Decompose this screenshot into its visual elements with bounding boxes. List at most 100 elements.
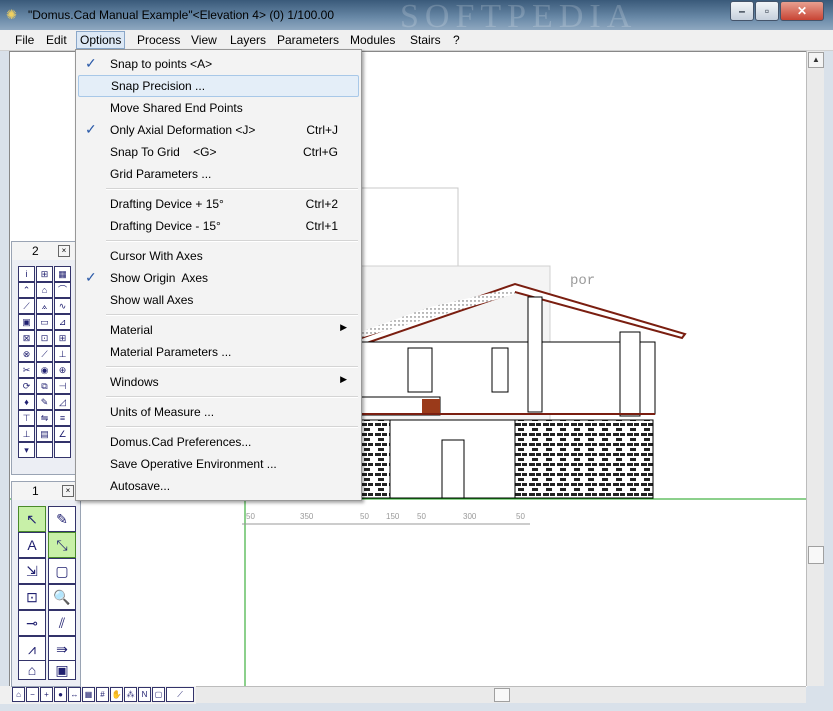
minimize-button[interactable]: – bbox=[730, 1, 754, 21]
column-icon[interactable]: ⊗ bbox=[18, 346, 35, 362]
measure-icon[interactable]: ↔ bbox=[68, 687, 81, 702]
palette-close-icon[interactable]: × bbox=[62, 485, 74, 497]
gable-icon[interactable]: ⌂ bbox=[36, 282, 53, 298]
door-icon[interactable]: ▭ bbox=[36, 314, 53, 330]
arrow-down-icon[interactable]: ▾ bbox=[18, 442, 35, 458]
cabinet-icon[interactable]: ⌂ bbox=[18, 660, 46, 680]
menu-modules[interactable]: Modules bbox=[347, 32, 398, 48]
rows-icon[interactable]: ≡ bbox=[54, 410, 71, 426]
hip-icon[interactable]: ⟑ bbox=[36, 298, 53, 314]
menu-item-drafting-device-plus[interactable]: Drafting Device + 15° Ctrl+2 bbox=[78, 194, 357, 214]
frame-small-icon[interactable]: ▢ bbox=[152, 687, 165, 702]
menu-options[interactable]: Options bbox=[76, 31, 126, 49]
roof-icon[interactable]: ⌃ bbox=[18, 282, 35, 298]
hand-icon[interactable]: ✋ bbox=[110, 687, 123, 702]
minus-icon[interactable]: − bbox=[26, 687, 39, 702]
paint-icon[interactable]: ♦ bbox=[18, 394, 35, 410]
menu-item-show-origin-axes[interactable]: ✓ Show Origin Axes bbox=[78, 268, 357, 288]
blank-icon[interactable] bbox=[36, 442, 53, 458]
menu-item-snap-to-points[interactable]: ✓ Snap to points <A> bbox=[78, 54, 357, 74]
dots-icon[interactable]: ⁂ bbox=[124, 687, 137, 702]
hatch-icon[interactable]: ▦ bbox=[54, 266, 71, 282]
plus-icon[interactable]: + bbox=[40, 687, 53, 702]
box-icon[interactable]: ▢ bbox=[48, 558, 76, 584]
dimension-icon[interactable]: ⤡ bbox=[48, 532, 76, 558]
menu-parameters[interactable]: Parameters bbox=[274, 32, 342, 48]
menu-process[interactable]: Process bbox=[134, 32, 183, 48]
arc-icon[interactable]: ⌒ bbox=[54, 282, 71, 298]
pencil-icon[interactable]: ✎ bbox=[48, 506, 76, 532]
base-icon[interactable]: ⊥ bbox=[18, 426, 35, 442]
opening-icon[interactable]: ⊠ bbox=[18, 330, 35, 346]
menu-item-move-shared-end-points[interactable]: Move Shared End Points bbox=[78, 98, 357, 118]
menu-item-save-operative-environment[interactable]: Save Operative Environment ... bbox=[78, 454, 357, 474]
magnify-icon[interactable]: 🔍 bbox=[48, 584, 76, 610]
north-icon[interactable]: N bbox=[138, 687, 151, 702]
menu-item-preferences[interactable]: Domus.Cad Preferences... bbox=[78, 432, 357, 452]
beam-icon[interactable]: ⊥ bbox=[54, 346, 71, 362]
link-icon[interactable]: ⧉ bbox=[36, 378, 53, 394]
horizontal-scroll-thumb[interactable] bbox=[494, 688, 510, 702]
menu-help[interactable]: ? bbox=[450, 32, 463, 48]
stair-icon[interactable]: ⊿ bbox=[54, 314, 71, 330]
menu-item-autosave[interactable]: Autosave... bbox=[78, 476, 357, 496]
menu-item-only-axial-deformation[interactable]: ✓ Only Axial Deformation <J> Ctrl+J bbox=[78, 120, 357, 140]
grid-small-icon[interactable]: # bbox=[96, 687, 109, 702]
cut-icon[interactable]: ✂ bbox=[18, 362, 35, 378]
zoom-area-icon[interactable]: ⊡ bbox=[18, 584, 46, 610]
palette-close-icon[interactable]: × bbox=[58, 245, 70, 257]
menu-item-snap-to-grid[interactable]: Snap To Grid <G> Ctrl+G bbox=[78, 142, 357, 162]
menu-stairs[interactable]: Stairs bbox=[407, 32, 444, 48]
curve-icon[interactable]: ∿ bbox=[54, 298, 71, 314]
triangle-icon[interactable]: ◿ bbox=[54, 394, 71, 410]
window-icon[interactable]: ▣ bbox=[18, 314, 35, 330]
menu-item-drafting-device-minus[interactable]: Drafting Device - 15° Ctrl+1 bbox=[78, 216, 357, 236]
menu-item-units-of-measure[interactable]: Units of Measure ... bbox=[78, 402, 357, 422]
sign-icon[interactable]: ⊤ bbox=[18, 410, 35, 426]
plumb-icon[interactable]: ⊕ bbox=[54, 362, 71, 378]
menu-layers[interactable]: Layers bbox=[227, 32, 269, 48]
mirror-icon[interactable]: ⇋ bbox=[36, 410, 53, 426]
circle-icon[interactable]: ◉ bbox=[36, 362, 53, 378]
arrow-right-icon[interactable]: ⇛ bbox=[48, 636, 76, 662]
tube-icon[interactable]: ⊸ bbox=[18, 610, 46, 636]
loop-icon[interactable]: ⟳ bbox=[18, 378, 35, 394]
ruler-icon[interactable]: ⟋ bbox=[166, 687, 194, 702]
menu-item-grid-parameters[interactable]: Grid Parameters ... bbox=[78, 164, 357, 184]
book-icon[interactable]: ▤ bbox=[36, 426, 53, 442]
parallel-lines-icon[interactable]: ⫽ bbox=[48, 610, 76, 636]
menu-item-material[interactable]: Material ▶ bbox=[78, 320, 357, 340]
menu-file[interactable]: File bbox=[12, 32, 37, 48]
menu-item-show-wall-axes[interactable]: Show wall Axes bbox=[78, 290, 357, 310]
menu-item-windows[interactable]: Windows ▶ bbox=[78, 372, 357, 392]
fold-icon[interactable]: ⩘ bbox=[18, 636, 46, 662]
frame-icon[interactable]: ⊡ bbox=[36, 330, 53, 346]
split-icon[interactable]: ⊣ bbox=[54, 378, 71, 394]
horizontal-scrollbar[interactable] bbox=[196, 686, 806, 703]
app-icon[interactable]: ✺ bbox=[6, 8, 22, 22]
close-button[interactable]: ✕ bbox=[780, 1, 824, 21]
menu-item-cursor-with-axes[interactable]: Cursor With Axes bbox=[78, 246, 357, 266]
menu-item-snap-precision[interactable]: Snap Precision ... bbox=[78, 75, 359, 97]
measure-icon[interactable]: ⇲ bbox=[18, 558, 46, 584]
menu-item-material-parameters[interactable]: Material Parameters ... bbox=[78, 342, 357, 362]
wall-icon[interactable]: i bbox=[18, 266, 35, 282]
hatch-icon[interactable]: ▦ bbox=[82, 687, 95, 702]
maximize-button[interactable]: ▫ bbox=[755, 1, 779, 21]
slope-icon[interactable]: ⟋ bbox=[18, 298, 35, 314]
scroll-up-icon[interactable]: ▲ bbox=[808, 52, 824, 68]
wall-plan-icon[interactable]: ⊞ bbox=[36, 266, 53, 282]
vertical-scrollbar[interactable]: ▲ bbox=[806, 51, 824, 686]
text-icon[interactable]: A bbox=[18, 532, 46, 558]
menu-edit[interactable]: Edit bbox=[43, 32, 70, 48]
select-arrow-icon[interactable]: ↖ bbox=[18, 506, 46, 532]
angle-icon[interactable]: ∠ bbox=[54, 426, 71, 442]
camera-icon[interactable]: ▣ bbox=[48, 660, 76, 680]
home-icon[interactable]: ⌂ bbox=[12, 687, 25, 702]
point-icon[interactable]: ● bbox=[54, 687, 67, 702]
diagonal-icon[interactable]: ⟋ bbox=[36, 346, 53, 362]
vertical-scroll-thumb[interactable] bbox=[808, 546, 824, 564]
menu-view[interactable]: View bbox=[188, 32, 220, 48]
blank-icon[interactable] bbox=[54, 442, 71, 458]
pen-icon[interactable]: ✎ bbox=[36, 394, 53, 410]
